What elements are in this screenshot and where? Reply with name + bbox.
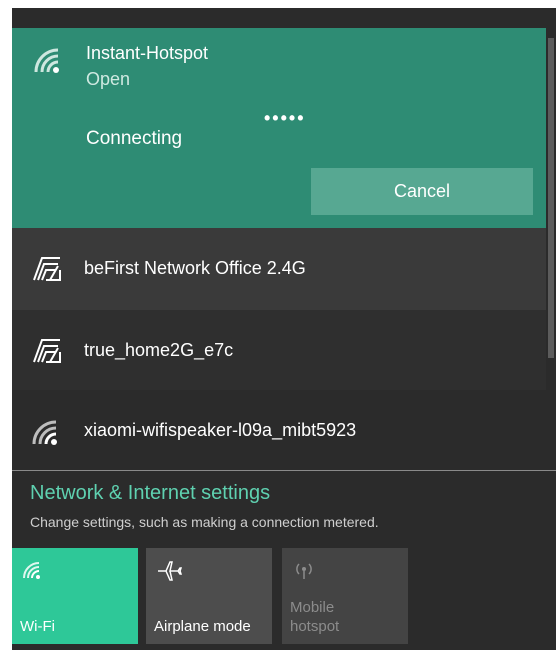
tile-label-text: Mobile hotspot <box>290 599 340 635</box>
network-security: Open <box>86 69 131 89</box>
wifi-icon <box>32 46 68 83</box>
network-item[interactable]: true_home2G_e7c <box>12 310 546 392</box>
network-flyout: Instant-Hotspot Open ••••• Connecting Ca… <box>12 8 556 650</box>
tile-label: Mobile hotspot <box>290 598 350 636</box>
divider <box>12 470 556 471</box>
network-name: true_home2G_e7c <box>84 340 234 360</box>
scrollbar-thumb[interactable] <box>548 38 554 358</box>
airplane-icon <box>156 560 183 587</box>
connection-status: Connecting <box>86 128 183 149</box>
network-name: Instant-Hotspot <box>86 43 209 63</box>
scrollbar[interactable] <box>546 8 556 463</box>
wifi-toggle[interactable]: Wi-Fi <box>12 548 138 644</box>
network-settings-description: Change settings, such as making a connec… <box>30 514 379 530</box>
network-item[interactable]: xiaomi-wifispeaker-l09a_mibt5923 <box>12 390 546 472</box>
wifi-secured-icon <box>32 256 62 287</box>
network-name: beFirst Network Office 2.4G <box>84 258 306 278</box>
wifi-secured-icon <box>32 338 62 369</box>
tile-label: Wi-Fi <box>20 618 55 635</box>
network-item[interactable]: beFirst Network Office 2.4G <box>12 228 546 310</box>
network-settings-link[interactable]: Network & Internet settings <box>30 482 270 505</box>
wifi-icon <box>22 560 44 585</box>
wifi-icon <box>32 418 64 451</box>
network-item-selected[interactable]: Instant-Hotspot Open ••••• Connecting Ca… <box>12 28 546 228</box>
mobile-hotspot-toggle[interactable]: Mobile hotspot <box>282 548 408 644</box>
mobile-hotspot-icon <box>292 560 316 585</box>
airplane-mode-toggle[interactable]: Airplane mode <box>146 548 272 644</box>
tile-label: Airplane mode <box>154 618 251 635</box>
cancel-button[interactable]: Cancel <box>311 168 533 215</box>
progress-dots: ••••• <box>264 108 306 128</box>
network-name: xiaomi-wifispeaker-l09a_mibt5923 <box>84 420 357 440</box>
